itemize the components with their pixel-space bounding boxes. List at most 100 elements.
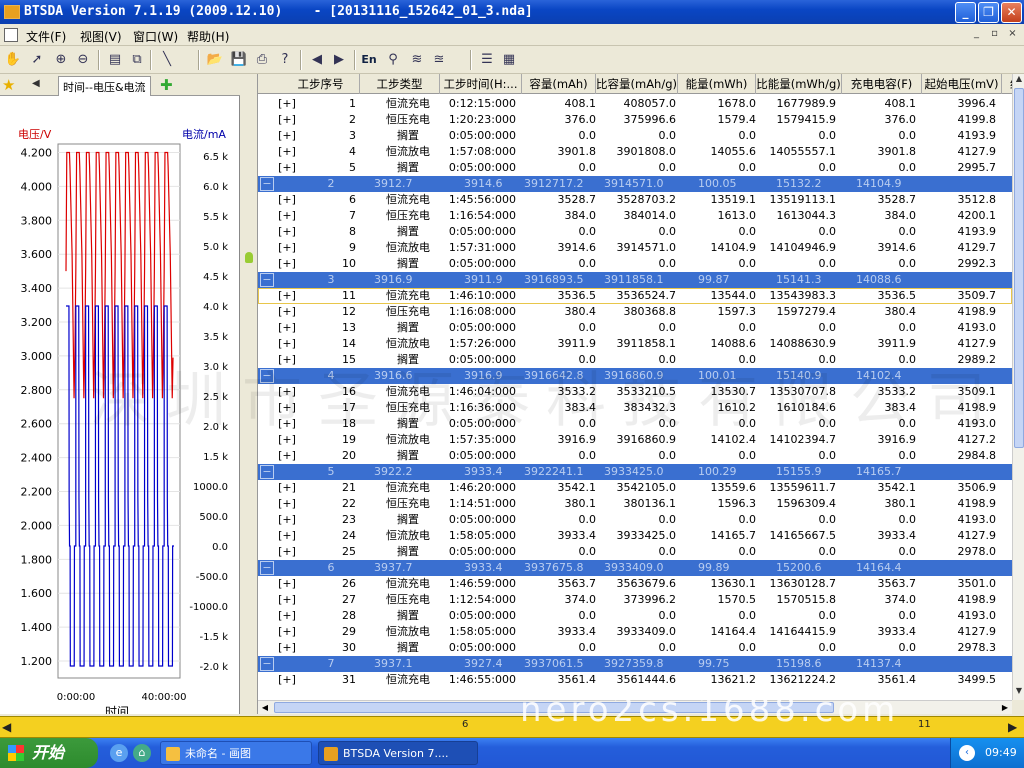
- expand-toggle[interactable]: [+]: [276, 528, 298, 544]
- mdi-minimize-button[interactable]: _: [968, 27, 985, 42]
- expand-toggle[interactable]: [+]: [276, 144, 298, 160]
- cycle-row[interactable]: − 2 3912.7 3914.6 3912717.2 3914571.0 100.05 15…: [258, 176, 1012, 192]
- menu-file[interactable]: 文件(F): [26, 28, 66, 45]
- horizontal-scroll-thumb[interactable]: [274, 702, 834, 713]
- taskbar-item-btsda[interactable]: BTSDA Version 7....: [318, 741, 478, 765]
- expand-toggle[interactable]: [+]: [276, 352, 298, 368]
- ie-quicklaunch-icon[interactable]: e: [110, 744, 128, 762]
- column-header[interactable]: 工步序号: [282, 74, 360, 94]
- close-button[interactable]: ✕: [1001, 2, 1022, 23]
- scroll-up-icon[interactable]: ▲: [1014, 74, 1024, 86]
- back-arrow-icon[interactable]: ◀: [308, 51, 326, 69]
- tab-time-voltage-current[interactable]: 时间--电压&电流: [58, 76, 151, 96]
- timeline-left-arrow-icon[interactable]: ◀: [2, 720, 11, 734]
- table-row[interactable]: [+] 3 搁置 0:05:00:000 0.0 0.0 0.0 0.0 0.0 4193.9: [258, 128, 1012, 144]
- collapse-toggle[interactable]: −: [260, 657, 274, 671]
- vertical-scroll-thumb[interactable]: [1014, 88, 1024, 448]
- document-icon[interactable]: [4, 28, 18, 42]
- column-header[interactable]: 能量(mWh): [678, 74, 756, 94]
- expand-toggle[interactable]: [+]: [276, 480, 298, 496]
- start-button[interactable]: 开始: [0, 738, 98, 768]
- table-row[interactable]: [+] 7 恒压充电 1:16:54:000 384.0 384014.0 1613.0 16…: [258, 208, 1012, 224]
- expand-toggle[interactable]: [+]: [276, 240, 298, 256]
- table-row[interactable]: [+] 31 恒流充电 1:46:55:000 3561.4 3561444.6 13621…: [258, 672, 1012, 688]
- expand-toggle[interactable]: [+]: [276, 496, 298, 512]
- table-row[interactable]: [+] 1 恒流充电 0:12:15:000 408.1 408057.0 1678.0 16…: [258, 96, 1012, 112]
- expand-toggle[interactable]: [+]: [276, 400, 298, 416]
- column-header[interactable]: 起始电压(mV): [922, 74, 1002, 94]
- expand-toggle[interactable]: [+]: [276, 608, 298, 624]
- save-icon[interactable]: 💾: [230, 51, 248, 69]
- expand-toggle[interactable]: [+]: [276, 432, 298, 448]
- expand-toggle[interactable]: [+]: [276, 576, 298, 592]
- expand-toggle[interactable]: [+]: [276, 624, 298, 640]
- menu-help[interactable]: 帮助(H): [187, 28, 229, 45]
- expand-toggle[interactable]: [+]: [276, 256, 298, 272]
- table-row[interactable]: [+] 30 搁置 0:05:00:000 0.0 0.0 0.0 0.0 0.0 2978.3: [258, 640, 1012, 656]
- line-tool-icon[interactable]: ╲: [158, 51, 176, 69]
- expand-toggle[interactable]: [+]: [276, 224, 298, 240]
- table-row[interactable]: [+] 19 恒流放电 1:57:35:000 3916.9 3916860.9 14102…: [258, 432, 1012, 448]
- cycle-row[interactable]: − 7 3937.1 3927.4 3937061.5 3927359.8 99.75 151…: [258, 656, 1012, 672]
- cycle-row[interactable]: − 6 3937.7 3933.4 3937675.8 3933409.0 99.89 152…: [258, 560, 1012, 576]
- help-icon[interactable]: ?: [276, 51, 294, 69]
- open-folder-icon[interactable]: 📂: [206, 51, 224, 69]
- column-header[interactable]: 充电电容(F): [842, 74, 922, 94]
- cycle-timeline-bar[interactable]: ◀ 6 11 ▶: [0, 716, 1024, 738]
- expand-toggle[interactable]: [+]: [276, 448, 298, 464]
- collapse-toggle[interactable]: −: [260, 561, 274, 575]
- column-header[interactable]: 比容量(mAh/g): [596, 74, 678, 94]
- menu-view[interactable]: 视图(V): [80, 28, 122, 45]
- filter-icon[interactable]: ≋: [408, 51, 426, 69]
- expand-toggle[interactable]: [+]: [276, 336, 298, 352]
- table-row[interactable]: [+] 12 恒压充电 1:16:08:000 380.4 380368.8 1597.3 1…: [258, 304, 1012, 320]
- column-header[interactable]: 比能量(mWh/g): [756, 74, 842, 94]
- expand-toggle[interactable]: [+]: [276, 304, 298, 320]
- table-row[interactable]: [+] 28 搁置 0:05:00:000 0.0 0.0 0.0 0.0 0.0 4193.0: [258, 608, 1012, 624]
- collapse-toggle[interactable]: −: [260, 465, 274, 479]
- table-row[interactable]: [+] 16 恒流充电 1:46:04:000 3533.2 3533210.5 13530…: [258, 384, 1012, 400]
- add-tab-icon[interactable]: ✚: [160, 76, 173, 94]
- expand-toggle[interactable]: [+]: [276, 288, 298, 304]
- table-row[interactable]: [+] 20 搁置 0:05:00:000 0.0 0.0 0.0 0.0 0.0 2984.8: [258, 448, 1012, 464]
- chart-view-icon[interactable]: ▤: [106, 51, 124, 69]
- column-header[interactable]: 终止: [1002, 74, 1012, 94]
- cycle-row[interactable]: − 3 3916.9 3911.9 3916893.5 3911858.1 99.87 151…: [258, 272, 1012, 288]
- expand-toggle[interactable]: [+]: [276, 192, 298, 208]
- expand-toggle[interactable]: [+]: [276, 640, 298, 656]
- cycle-row[interactable]: − 4 3916.6 3916.9 3916642.8 3916860.9 100.01 15…: [258, 368, 1012, 384]
- scroll-left-icon[interactable]: ◀: [258, 701, 272, 714]
- collapse-toggle[interactable]: −: [260, 273, 274, 287]
- table-row[interactable]: [+] 29 恒流放电 1:58:05:000 3933.4 3933409.0 14164…: [258, 624, 1012, 640]
- title-bar[interactable]: BTSDA Version 7.1.19 (2009.12.10) - [201…: [0, 0, 1024, 24]
- zoom-in-icon[interactable]: ⊕: [52, 51, 70, 69]
- column-header[interactable]: 工步类型: [360, 74, 440, 94]
- column-header[interactable]: 工步时间(H:...: [440, 74, 522, 94]
- voltage-current-chart[interactable]: 4.200 4.000 3.800 3.600 3.400 3.200 3.000 2.800…: [0, 96, 240, 714]
- minimize-button[interactable]: _: [955, 2, 976, 23]
- table-row[interactable]: [+] 6 恒流充电 1:45:56:000 3528.7 3528703.2 13519.…: [258, 192, 1012, 208]
- hand-icon[interactable]: ✋: [4, 51, 22, 69]
- table-row[interactable]: [+] 21 恒流充电 1:46:20:000 3542.1 3542105.0 13559…: [258, 480, 1012, 496]
- tab-scroll-left-icon[interactable]: ◀: [32, 78, 40, 89]
- table-row[interactable]: [+] 26 恒流充电 1:46:59:000 3563.7 3563679.6 13630…: [258, 576, 1012, 592]
- panel-splitter[interactable]: [240, 74, 258, 714]
- cycle-row[interactable]: − 5 3922.2 3933.4 3922241.1 3933425.0 100.29 15…: [258, 464, 1012, 480]
- table-row[interactable]: [+] 22 恒压充电 1:14:51:000 380.1 380136.1 1596.3 1…: [258, 496, 1012, 512]
- taskbar-item-paint[interactable]: 未命名 - 画图: [160, 741, 312, 765]
- zoom-out-icon[interactable]: ⊖: [74, 51, 92, 69]
- table-view-icon[interactable]: ☰: [478, 51, 496, 69]
- expand-toggle[interactable]: [+]: [276, 112, 298, 128]
- table-row[interactable]: [+] 23 搁置 0:05:00:000 0.0 0.0 0.0 0.0 0.0 4193.0: [258, 512, 1012, 528]
- tray-arrow-icon[interactable]: ‹: [959, 745, 975, 761]
- table-row[interactable]: [+] 14 恒流放电 1:57:26:000 3911.9 3911858.1 14088…: [258, 336, 1012, 352]
- copy-view-icon[interactable]: ⧉: [128, 51, 146, 69]
- expand-toggle[interactable]: [+]: [276, 160, 298, 176]
- table-row[interactable]: [+] 27 恒压充电 1:12:54:000 374.0 373996.2 1570.5 1…: [258, 592, 1012, 608]
- app-icon[interactable]: [4, 5, 20, 19]
- expand-toggle[interactable]: [+]: [276, 416, 298, 432]
- table-row[interactable]: [+] 18 搁置 0:05:00:000 0.0 0.0 0.0 0.0 0.0 4193.0: [258, 416, 1012, 432]
- expand-toggle[interactable]: [+]: [276, 208, 298, 224]
- expand-toggle[interactable]: [+]: [276, 592, 298, 608]
- scroll-down-icon[interactable]: ▼: [1014, 686, 1024, 698]
